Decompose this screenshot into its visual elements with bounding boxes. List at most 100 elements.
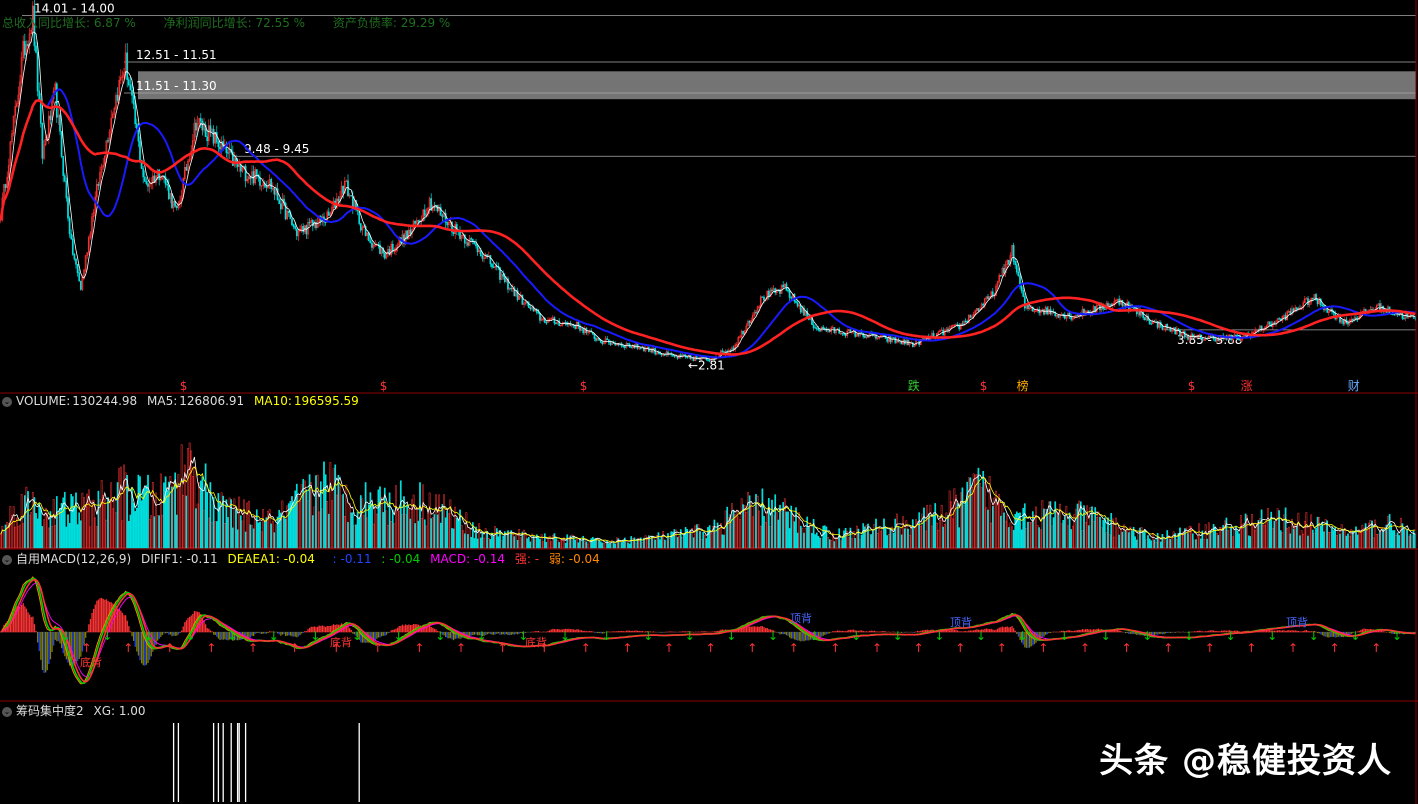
macd-hist-bar xyxy=(838,630,840,633)
volume-bar xyxy=(1289,533,1292,549)
volume-bar xyxy=(620,542,623,549)
candle-body xyxy=(337,198,340,202)
macd-hist-bar xyxy=(595,632,597,634)
candle-body xyxy=(71,238,74,255)
volume-panel[interactable] xyxy=(0,442,1417,549)
macd-hist-bar xyxy=(587,631,589,633)
candle-body xyxy=(892,337,895,339)
macd-hist-bar xyxy=(1203,631,1205,633)
volume-bar xyxy=(1108,534,1111,549)
volume-bar xyxy=(311,515,314,549)
volume-bar xyxy=(1347,533,1349,549)
volume-bar xyxy=(399,480,402,549)
volume-bar xyxy=(550,541,553,549)
macd-hist-bar xyxy=(713,631,716,633)
macd-red-line xyxy=(0,578,1416,683)
candle-body xyxy=(369,240,372,244)
macd-hist-bar xyxy=(555,629,557,633)
macd-hist-bar xyxy=(1000,627,1002,633)
collapse-icon[interactable]: ⌄ xyxy=(2,554,12,565)
volume-bar xyxy=(823,525,826,549)
volume-bar xyxy=(951,518,954,549)
macd-hist-bar xyxy=(86,631,88,633)
volume-bar xyxy=(516,539,519,549)
volume-bar xyxy=(599,541,602,549)
macd-hist-bar xyxy=(491,632,493,635)
macd-hist-bar xyxy=(1091,629,1093,633)
volume-bar xyxy=(1124,531,1127,549)
volume-bar xyxy=(211,522,213,549)
volume-bar xyxy=(25,486,28,549)
chip-panel[interactable] xyxy=(172,723,360,802)
volume-bar xyxy=(1001,503,1004,549)
macd-hist-bar xyxy=(321,625,324,633)
macd-hist-bar xyxy=(1008,627,1010,633)
macd-hist-bar xyxy=(504,632,506,635)
volume-bar xyxy=(527,536,530,549)
volume-bar xyxy=(775,512,778,549)
volume-bar xyxy=(340,495,343,549)
macd-arrow: ↑ xyxy=(997,641,1007,655)
macd-hist-bar xyxy=(299,632,301,636)
volume-bar xyxy=(1276,508,1279,549)
volume-bar xyxy=(443,494,445,549)
candle-body xyxy=(622,345,625,347)
volume-bar xyxy=(1308,526,1311,549)
macd-hist-bar xyxy=(1045,632,1047,635)
volume-bar xyxy=(1150,540,1153,549)
macd-hist-bar xyxy=(997,628,999,633)
volume-bar xyxy=(1377,533,1380,549)
volume-bar xyxy=(839,540,842,549)
volume-bar xyxy=(1006,514,1009,549)
macd-arrow: ↑ xyxy=(248,641,258,655)
volume-bar xyxy=(337,475,340,549)
volume-bar xyxy=(19,524,21,549)
candle-body xyxy=(991,291,994,297)
candle-body xyxy=(636,343,639,349)
macd-arrow: ↑ xyxy=(789,641,799,655)
macd-hist-bar xyxy=(579,630,581,633)
volume-bar xyxy=(1219,527,1221,549)
volume-bar xyxy=(491,532,493,549)
macd-hist-bar xyxy=(923,630,925,633)
macd-arrow: ↑ xyxy=(622,641,632,655)
macd-hist-bar xyxy=(1297,630,1300,633)
macd-hist-bar xyxy=(1325,632,1327,637)
volume-bar xyxy=(767,497,770,549)
volume-bar xyxy=(559,538,562,549)
macd-hist-bar xyxy=(129,631,132,633)
macd-hist-bar xyxy=(665,631,668,633)
volume-bar xyxy=(169,476,172,549)
volume-bar xyxy=(465,512,468,549)
volume-bar xyxy=(991,506,994,549)
volume-bar xyxy=(1164,540,1167,549)
volume-bar xyxy=(900,534,903,549)
macd-hist-bar xyxy=(761,626,764,633)
volume-bar xyxy=(731,503,733,549)
collapse-icon[interactable]: ⌄ xyxy=(2,396,12,407)
macd-arrow: ↑ xyxy=(123,641,133,655)
price-panel[interactable]: 14.01 - 14.0012.51 - 11.5111.51 - 11.309… xyxy=(0,0,1417,393)
volume-bar xyxy=(1027,521,1029,549)
volume-bar xyxy=(1100,527,1103,549)
volume-bar xyxy=(351,512,354,549)
candle-body xyxy=(721,350,724,353)
volume-bar xyxy=(601,542,604,549)
macd-hist-bar xyxy=(835,630,837,633)
candle-body xyxy=(1015,264,1018,273)
volume-bar xyxy=(139,476,141,549)
macd-hist-bar xyxy=(1198,630,1200,633)
macd-panel[interactable]: ↓↑↓↑↓↑↓↑↓↑↓↑↓↑↓↑↓↑↓↑↓↑↓↑↓↑↓↑↓↑↓↑↓↑↓↑↓↑↓↑… xyxy=(0,576,1416,685)
macd-hist-bar xyxy=(953,630,956,633)
macd-signal-label: 顶背 xyxy=(1286,615,1308,629)
volume-bar xyxy=(38,503,41,549)
volume-bar xyxy=(766,511,769,549)
candle-body xyxy=(822,326,825,329)
volume-bar xyxy=(611,539,613,549)
macd-hist-bar xyxy=(168,632,170,635)
volume-bar xyxy=(1307,535,1309,549)
macd-hist-bar xyxy=(304,631,306,633)
macd-arrow: ↑ xyxy=(664,641,674,655)
volume-bar xyxy=(43,519,45,549)
collapse-icon[interactable]: ⌄ xyxy=(2,706,12,717)
